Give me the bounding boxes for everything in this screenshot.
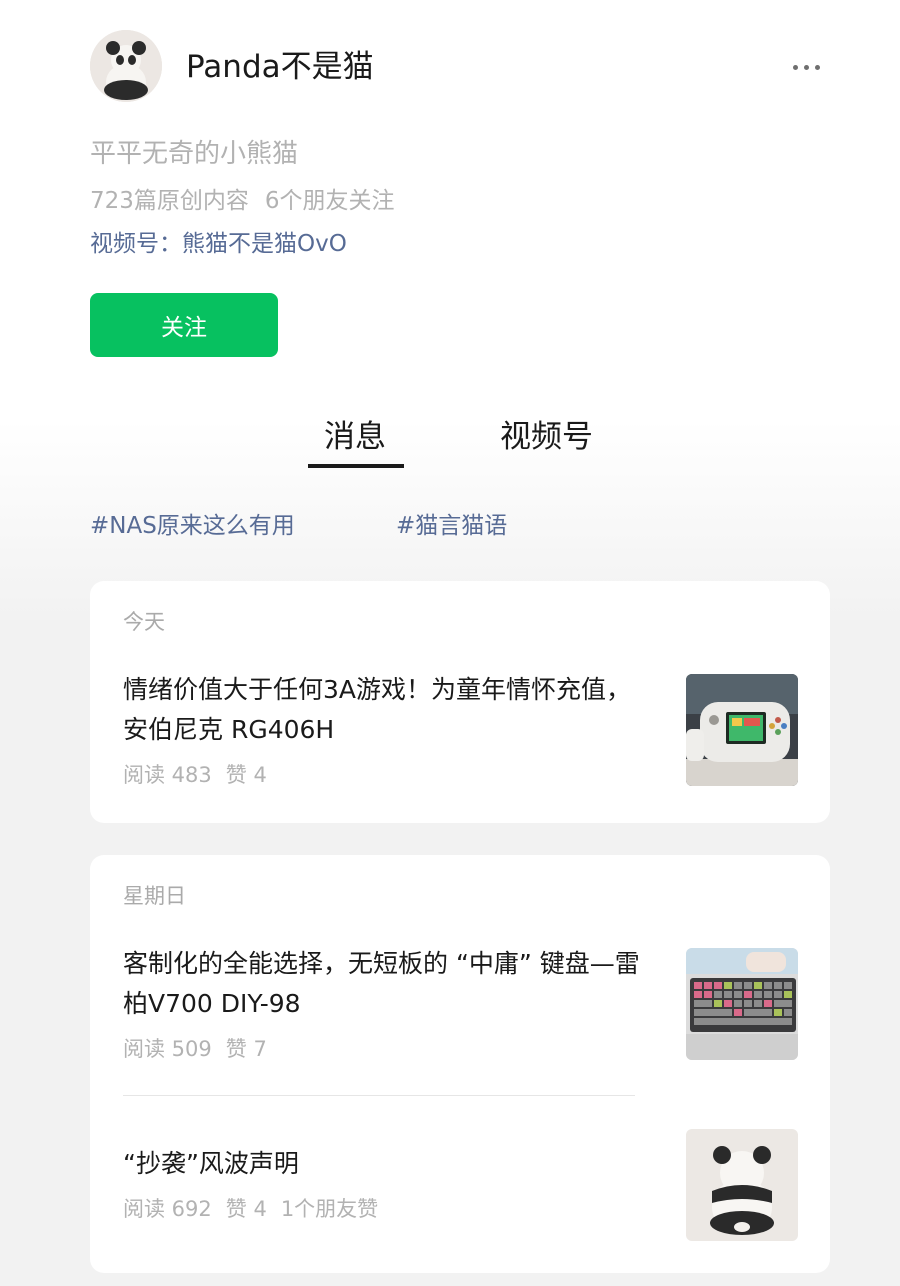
group-date: 星期日 — [123, 884, 186, 908]
active-tab-indicator — [308, 464, 404, 468]
like-count: 赞 7 — [225, 1037, 267, 1061]
article-group-card: 今天 情绪价值大于任何3A游戏！为童年情怀充值，安伯尼克 RG406H 阅读 4… — [90, 581, 830, 823]
article-title[interactable]: “抄袭”风波声明 — [123, 1144, 643, 1184]
like-count: 赞 4 — [225, 763, 267, 787]
like-count: 赞 4 — [225, 1197, 267, 1221]
article-divider — [123, 1095, 635, 1096]
more-options-button[interactable] — [784, 52, 828, 82]
friends-following: 6个朋友关注 — [264, 188, 395, 214]
read-count: 阅读 483 — [123, 763, 212, 787]
article-meta: 阅读 483 赞 4 — [123, 760, 267, 790]
article-thumbnail[interactable] — [686, 1129, 798, 1241]
channel-link[interactable]: 视频号：熊猫不是猫OvO — [90, 228, 347, 260]
article-meta: 阅读 509 赞 7 — [123, 1034, 267, 1064]
article-thumbnail[interactable] — [686, 674, 798, 786]
article-title[interactable]: 客制化的全能选择，无短板的 “中庸” 键盘—雷柏V700 DIY-98 — [123, 944, 643, 1024]
follow-button[interactable]: 关注 — [90, 293, 278, 357]
read-count: 阅读 509 — [123, 1037, 212, 1061]
panda-avatar-icon — [90, 30, 162, 102]
profile-name: Panda不是猫 — [186, 49, 374, 85]
tag-link[interactable]: #猫言猫语 — [396, 510, 507, 542]
keyboard-thumbnail-icon — [686, 948, 798, 1060]
panda-thumbnail-icon — [686, 1129, 798, 1241]
tab-channels[interactable]: 视频号 — [500, 414, 593, 460]
handheld-console-thumbnail-icon — [686, 674, 798, 786]
article-group-card: 星期日 客制化的全能选择，无短板的 “中庸” 键盘—雷柏V700 DIY-98 … — [90, 855, 830, 1273]
more-dot — [814, 64, 820, 70]
tab-messages[interactable]: 消息 — [324, 414, 386, 460]
more-dots-icon — [792, 64, 798, 70]
friend-likes: 1个朋友赞 — [280, 1197, 379, 1221]
more-dot — [803, 64, 809, 70]
group-date: 今天 — [123, 610, 165, 634]
article-thumbnail[interactable] — [686, 948, 798, 1060]
article-title[interactable]: 情绪价值大于任何3A游戏！为童年情怀充值，安伯尼克 RG406H — [123, 670, 643, 750]
profile-stats: 723篇原创内容 6个朋友关注 — [90, 185, 395, 217]
read-count: 阅读 692 — [123, 1197, 212, 1221]
avatar[interactable] — [90, 30, 162, 102]
article-meta: 阅读 692 赞 4 1个朋友赞 — [123, 1194, 378, 1224]
original-count: 723篇原创内容 — [90, 188, 249, 214]
profile-bio: 平平无奇的小熊猫 — [90, 139, 299, 169]
tag-link[interactable]: #NAS原来这么有用 — [90, 510, 295, 542]
